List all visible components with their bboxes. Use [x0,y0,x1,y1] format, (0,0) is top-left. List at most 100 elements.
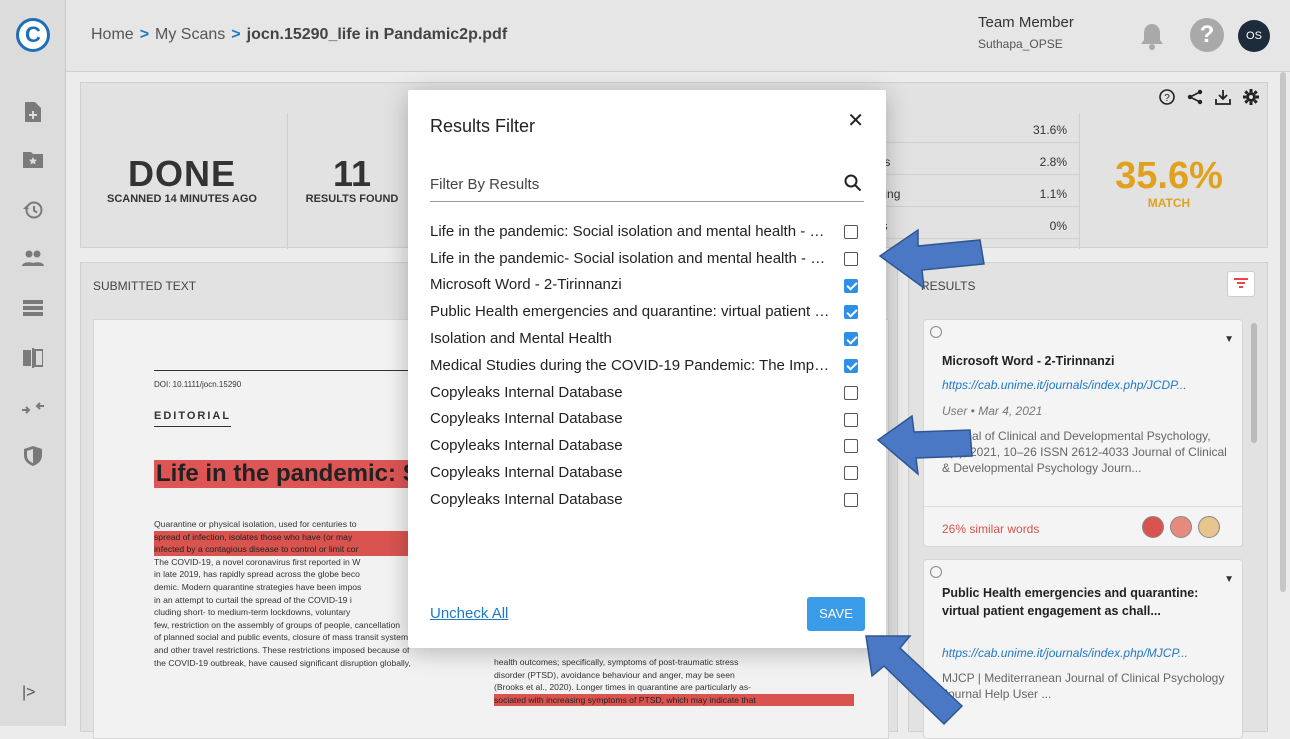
divider [287,113,288,249]
filter-item-checkbox[interactable] [844,305,858,320]
page-scrollbar[interactable] [1280,72,1286,592]
filter-search [430,172,864,202]
settings-gear-icon[interactable] [1243,89,1259,110]
breadcrumb-separator: > [231,26,241,43]
filter-item[interactable]: Medical Studies during the COVID-19 Pand… [430,352,864,379]
svg-text:?: ? [1164,93,1170,104]
compare-icon[interactable] [21,346,45,370]
match-percent: 35.6% [1115,155,1223,197]
users-icon[interactable] [21,246,45,270]
save-button[interactable]: SAVE [807,597,865,631]
info-icon[interactable]: ? [1159,89,1175,110]
filter-item-label: Copyleaks Internal Database [430,490,623,508]
breadcrumb-file: jocn.15290_life in Pandamic2p.pdf [246,26,508,43]
result-card[interactable]: ▼ Microsoft Word - 2-Tirinnanzi https://… [923,319,1243,547]
chevron-down-icon[interactable]: ▼ [1224,334,1234,345]
copyleaks-logo[interactable]: C [16,18,50,52]
doc-section-label: EDITORIAL [154,410,232,427]
result-title[interactable]: Public Health emergencies and quarantine… [942,584,1232,620]
filter-item[interactable]: Life in the pandemic: Social isolation a… [430,218,864,245]
expand-sidebar-icon[interactable]: |> [22,684,36,702]
identical-dot[interactable] [1142,516,1164,538]
list-icon[interactable] [21,296,45,320]
filter-item-checkbox[interactable] [844,466,858,481]
user-org: Suthapa_OPSE [978,37,1063,51]
result-description: Journal of Clinical and Developmental Ps… [942,429,1227,475]
doc-line: health outcomes; specifically, symptoms … [494,657,739,667]
result-description: MJCP | Mediterranean Journal of Clinical… [942,671,1225,701]
user-info[interactable]: Team Member Suthapa_OPSE [978,14,1074,51]
breadcrumb: Home > My Scans > jocn.15290_life in Pandami… [91,26,507,44]
uncheck-all-link[interactable]: Uncheck All [430,605,508,622]
stat-value: 1.1% [1039,187,1067,201]
filter-item-checkbox[interactable] [844,251,858,266]
breadcrumb-my-scans[interactable]: My Scans [155,26,225,43]
stat-row: rds0% [871,209,1079,239]
result-url[interactable]: https://cab.unime.it/journals/index.php/… [942,646,1232,660]
filter-search-input[interactable] [430,172,830,197]
history-icon[interactable] [21,198,45,222]
filter-item-checkbox[interactable] [844,358,858,373]
filter-item[interactable]: Life in the pandemic- Social isolation a… [430,245,864,272]
filter-item-label: Copyleaks Internal Database [430,464,623,482]
doc-line: disorder (PTSD), avoidance behaviour and… [494,669,735,680]
paraphrased-dot[interactable] [1198,516,1220,538]
similar-words: 26% similar words [942,522,1040,536]
user-role: Team Member [978,14,1074,31]
shield-icon[interactable] [21,444,45,468]
toolbar: ? [1159,89,1259,110]
search-icon[interactable] [844,174,862,192]
doc-line[interactable]: sociated with increasing symptoms of PTS… [494,693,854,707]
scan-status-sub: SCANNED 14 MINUTES AGO [107,193,257,205]
filter-item-label: Public Health emergencies and quarantine… [430,303,830,321]
help-icon[interactable]: ? [1190,18,1224,52]
close-icon[interactable]: ✕ [847,108,864,133]
new-scan-icon[interactable] [21,100,45,124]
download-icon[interactable] [1215,89,1231,110]
doc-line: (Brooks et al., 2020). Longer times in q… [494,682,751,693]
filter-button[interactable] [1227,271,1255,297]
minor-changes-dot[interactable] [1170,516,1192,538]
stat-value: 2.8% [1039,155,1067,169]
results-count-value: 11 [332,153,372,194]
filter-item-checkbox[interactable] [844,225,858,239]
filter-item[interactable]: Microsoft Word - 2-Tirinnanzi [430,272,864,299]
result-card[interactable]: ▼ Public Health emergencies and quaranti… [923,559,1243,739]
dialog-title: Results Filter [430,116,536,136]
filter-item-checkbox[interactable] [844,278,858,293]
divider [924,506,1242,507]
filter-item-checkbox[interactable] [844,412,858,427]
filter-item[interactable]: Copyleaks Internal Database [430,486,864,513]
filter-item[interactable]: Copyleaks Internal Database [430,379,864,406]
stat-row: aning1.1% [871,177,1079,207]
arrows-icon[interactable] [21,396,45,420]
stat-row: ges2.8% [871,145,1079,175]
results-scrollbar[interactable] [1251,323,1257,443]
result-meta: User • Mar 4, 2021 [942,404,1043,418]
result-url[interactable]: https://cab.unime.it/journals/index.php/… [942,378,1232,392]
filter-item-label: Medical Studies during the COVID-19 Pand… [430,356,830,374]
share-icon[interactable] [1187,89,1203,110]
filter-item[interactable]: Copyleaks Internal Database [430,459,864,486]
left-sidebar: C |> [0,0,66,726]
filter-item[interactable]: Public Health emergencies and quarantine… [430,298,864,325]
filter-icon [1234,278,1248,288]
filter-item-checkbox[interactable] [844,385,858,400]
filter-item-checkbox[interactable] [844,439,858,454]
notification-bell-icon[interactable] [1140,22,1164,50]
filter-item[interactable]: Isolation and Mental Health [430,325,864,352]
results-count-sub: RESULTS FOUND [305,193,399,205]
breadcrumb-home[interactable]: Home [91,26,134,43]
folder-star-icon[interactable] [21,148,45,172]
avatar[interactable]: OS [1238,20,1270,52]
filter-item-checkbox[interactable] [844,492,858,507]
filter-item-checkbox[interactable] [844,332,858,347]
match-label: MATCH [1147,196,1191,210]
filter-item[interactable]: Copyleaks Internal Database [430,432,864,459]
results-count: 11 RESULTS FOUND [297,153,407,205]
result-title[interactable]: Microsoft Word - 2-Tirinnanzi [942,352,1232,370]
filter-item[interactable]: Copyleaks Internal Database [430,406,864,433]
filter-item-label: Life in the pandemic- Social isolation a… [430,249,830,267]
doc-title[interactable]: Life in the pandemic: Soc [154,460,449,488]
stat-row: 31.6% [871,113,1079,143]
